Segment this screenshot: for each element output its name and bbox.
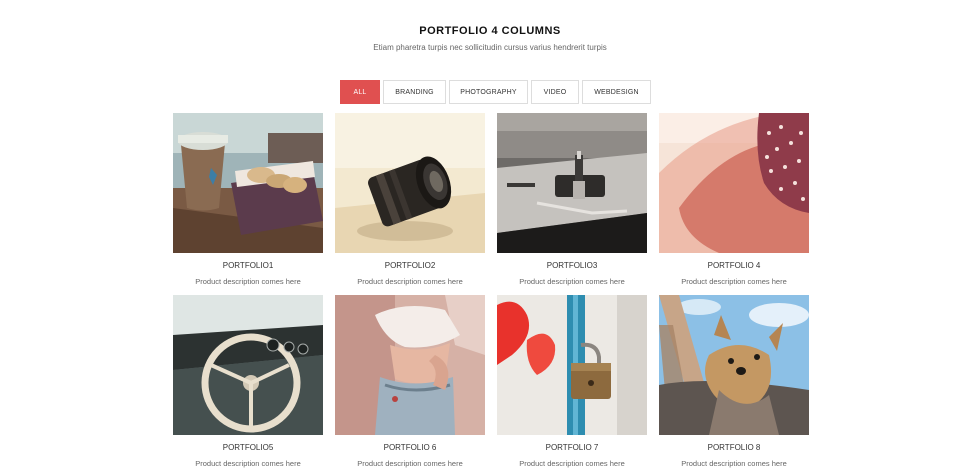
portfolio-item[interactable]: PORTFOLIO5 Product description comes her… [173, 295, 323, 472]
portfolio-grid: PORTFOLIO1 Product description comes her… [173, 113, 809, 472]
portfolio-title[interactable]: PORTFOLIO 7 [497, 443, 647, 453]
portfolio-description: Product description comes here [357, 459, 463, 468]
filter-webdesign-button[interactable]: WEBDESIGN [582, 80, 651, 104]
portfolio-description: Product description comes here [195, 277, 301, 286]
portfolio-item[interactable]: PORTFOLIO 8 Product description comes he… [659, 295, 809, 472]
fashion-model-photo[interactable] [335, 295, 485, 435]
portfolio-item[interactable]: PORTFOLIO 7 Product description comes he… [497, 295, 647, 472]
portfolio-title[interactable]: PORTFOLIO 6 [335, 443, 485, 453]
portfolio-title[interactable]: PORTFOLIO1 [173, 261, 323, 271]
portfolio-description: Product description comes here [681, 277, 787, 286]
filter-photography-button[interactable]: PHOTOGRAPHY [449, 80, 528, 104]
portfolio-item[interactable]: PORTFOLIO3 Product description comes her… [497, 113, 647, 290]
portfolio-item[interactable]: PORTFOLIO 6 Product description comes he… [335, 295, 485, 472]
coffee-cookies-photo[interactable] [173, 113, 323, 253]
portfolio-item[interactable]: PORTFOLIO1 Product description comes her… [173, 113, 323, 290]
padlock-photo[interactable] [497, 295, 647, 435]
portfolio-description: Product description comes here [519, 277, 625, 286]
camera-lens-photo[interactable] [335, 113, 485, 253]
filter-video-button[interactable]: VIDEO [531, 80, 579, 104]
turntable-photo[interactable] [497, 113, 647, 253]
page-subtitle: Etiam pharetra turpis nec sollicitudin c… [373, 43, 607, 52]
portfolio-description: Product description comes here [357, 277, 463, 286]
portfolio-item[interactable]: PORTFOLIO 4 Product description comes he… [659, 113, 809, 290]
steering-wheel-photo[interactable] [173, 295, 323, 435]
portfolio-title[interactable]: PORTFOLIO3 [497, 261, 647, 271]
page-title: PORTFOLIO 4 COLUMNS [419, 25, 561, 37]
portfolio-title[interactable]: PORTFOLIO2 [335, 261, 485, 271]
filter-bar: ALL BRANDING PHOTOGRAPHY VIDEO WEBDESIGN [340, 80, 651, 104]
yorkie-dog-photo[interactable] [659, 295, 809, 435]
polka-dot-hat-photo[interactable] [659, 113, 809, 253]
portfolio-description: Product description comes here [195, 459, 301, 468]
portfolio-title[interactable]: PORTFOLIO 4 [659, 261, 809, 271]
filter-all-button[interactable]: ALL [340, 80, 380, 104]
filter-branding-button[interactable]: BRANDING [383, 80, 446, 104]
portfolio-item[interactable]: PORTFOLIO2 Product description comes her… [335, 113, 485, 290]
portfolio-description: Product description comes here [519, 459, 625, 468]
portfolio-title[interactable]: PORTFOLIO5 [173, 443, 323, 453]
portfolio-title[interactable]: PORTFOLIO 8 [659, 443, 809, 453]
portfolio-description: Product description comes here [681, 459, 787, 468]
